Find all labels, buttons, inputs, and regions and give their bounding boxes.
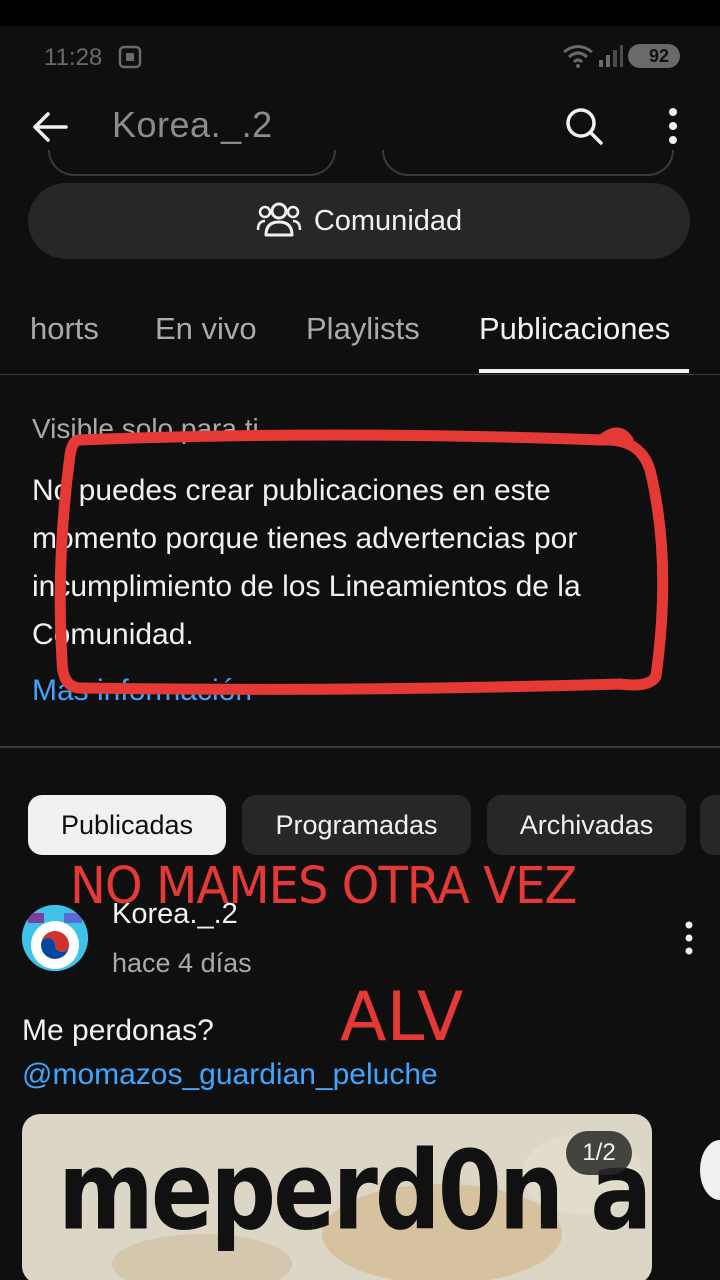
next-post-card[interactable] (700, 1140, 720, 1200)
section-divider (0, 746, 720, 748)
post-image[interactable]: meperd0n as¿ (22, 1114, 652, 1280)
chip-publicadas[interactable]: Publicadas (28, 795, 226, 855)
chip-archivadas[interactable]: Archivadas (487, 795, 686, 855)
image-caption: meperd0n as¿ (58, 1128, 652, 1255)
post-timestamp: hace 4 días (112, 948, 252, 978)
post-mention-link[interactable]: @momazos_guardian_peluche (22, 1058, 438, 1092)
author-avatar[interactable] (22, 905, 88, 971)
image-counter: 1/2 (566, 1131, 632, 1175)
post-author[interactable]: Korea._.2 (112, 898, 238, 931)
post-text: Me perdonas? (22, 1014, 214, 1047)
post-more-icon[interactable] (680, 920, 698, 961)
overlay-caption-2: ALV (340, 978, 464, 1057)
chip-programadas[interactable]: Programadas (242, 795, 471, 855)
red-annotation-circle (54, 427, 669, 695)
chip-offscreen[interactable] (700, 795, 720, 855)
korea-flag-icon (22, 905, 88, 971)
